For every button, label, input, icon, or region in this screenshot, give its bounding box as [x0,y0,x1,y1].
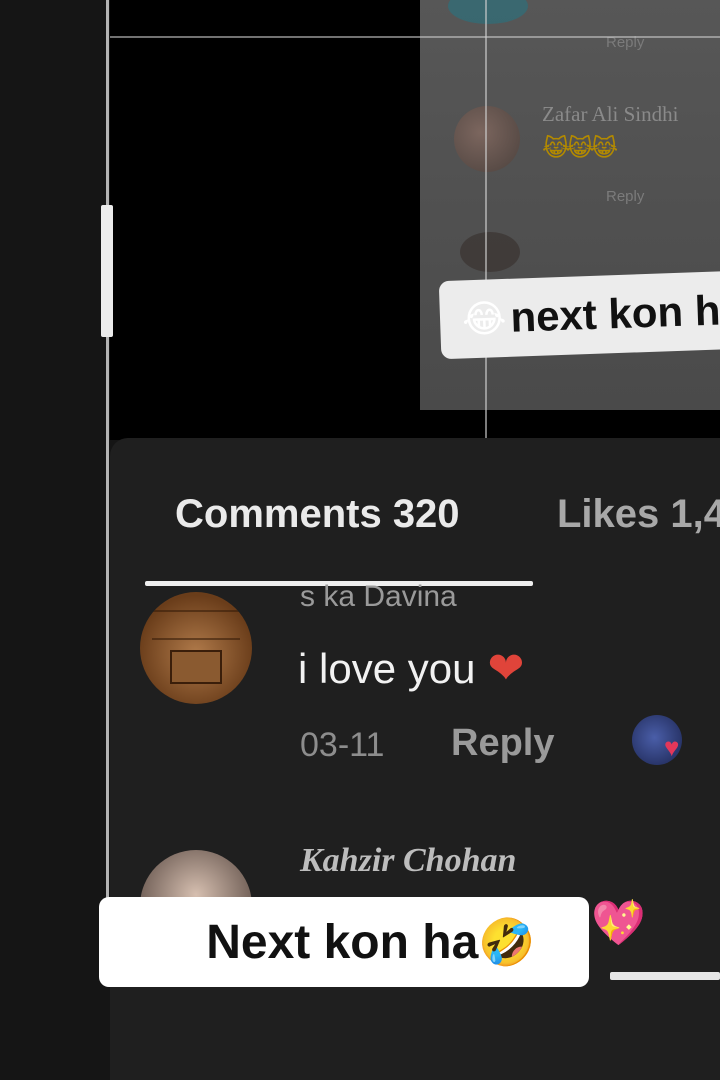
inner-avatar-top [448,0,528,24]
avatar-art [152,610,240,640]
left-edge-marker [101,205,113,337]
inner-avatar [454,106,520,172]
heart-icon: ♥ [664,732,680,762]
avatar-art-box [170,650,222,684]
avatar[interactable] [140,592,252,704]
reply-button[interactable]: Reply [451,722,554,765]
inner-avatar-2 [460,232,520,272]
comment-username[interactable]: s ka Davina [300,580,457,614]
video-frame: Reply Zafar Ali Sindhi 😹😹😹 Reply 😂 next … [0,0,720,1080]
tab-likes[interactable]: Likes 1,4 [557,492,720,537]
inner-username: Zafar Ali Sindhi [542,102,679,126]
laughing-emoji-icon: 😂 [152,916,207,968]
tab-comments[interactable]: Comments 320 [175,492,460,537]
bottom-edge-marker [610,972,720,980]
laughing-emoji-icon: 😂 [461,297,508,341]
video-caption: 😂 Next kon ha 🤣 [99,897,589,987]
comment-username[interactable]: Kahzir Chohan [300,842,516,880]
red-heart-icon: ❤ [487,644,525,693]
inner-reply-second: Reply [606,188,645,205]
sparkling-heart-icon: 💖 [591,899,646,948]
caption-text: Next kon ha [206,915,479,969]
rolling-laughing-emoji-icon: 🤣 [478,915,536,968]
inner-caption: 😂 next kon h [438,270,720,360]
left-edge-line [106,0,109,900]
comment-date: 03-11 [300,726,385,764]
comment-text: i love you ❤ [298,643,524,694]
grid-line-top [110,36,720,38]
comment-text-body: i love you [298,645,476,692]
inner-caption-text: next kon h [509,286,720,341]
inner-emojis: 😹😹😹 [542,135,618,162]
